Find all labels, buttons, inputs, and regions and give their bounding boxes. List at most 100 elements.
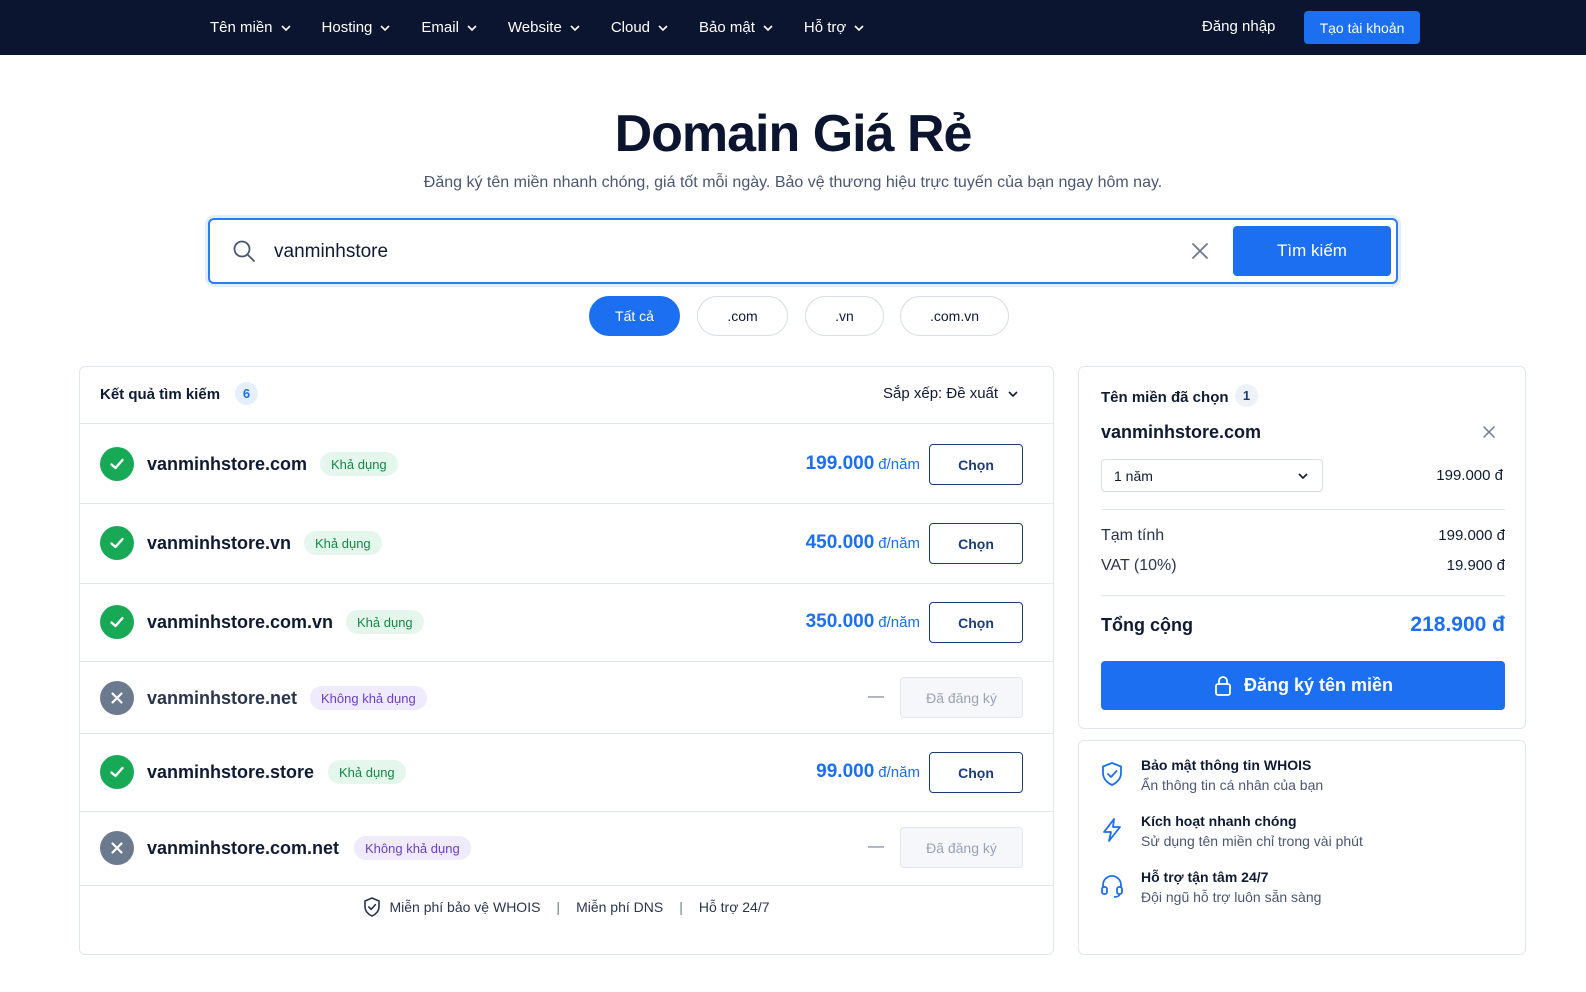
register-domain-button[interactable]: Đăng ký tên miền bbox=[1101, 661, 1505, 710]
results-footer: Miễn phí bảo vệ WHOIS | Miễn phí DNS | H… bbox=[80, 887, 1053, 927]
price-unit: đ/năm bbox=[878, 764, 920, 781]
vat-value: 19.900 đ bbox=[1446, 557, 1505, 574]
price-placeholder: — bbox=[868, 838, 884, 855]
choose-button[interactable]: Chọn bbox=[929, 523, 1023, 564]
chevron-down-icon bbox=[1008, 390, 1018, 397]
domain-name: vanminhstore.net bbox=[147, 688, 298, 708]
period-value: 1 năm bbox=[1114, 467, 1153, 484]
nav-item-security[interactable]: Bảo mật bbox=[699, 19, 773, 36]
lightning-icon bbox=[1103, 818, 1121, 842]
nav-item-email[interactable]: Email bbox=[421, 19, 477, 36]
benefits-panel: Bảo mật thông tin WHOIS Ẩn thông tin cá … bbox=[1078, 740, 1526, 955]
table-row: vanminhstore.store Khả dụng 99.000 đ/năm … bbox=[80, 734, 1053, 812]
lock-icon bbox=[1215, 675, 1231, 696]
nav-item-cloud[interactable]: Cloud bbox=[611, 19, 668, 36]
page-subtitle: Đăng ký tên miền nhanh chóng, giá tốt mỗ… bbox=[423, 174, 1163, 191]
filter-all[interactable]: Tất cả bbox=[589, 296, 680, 336]
nav-item-label: Cloud bbox=[610, 19, 651, 36]
selected-domains-panel: Tên miền đã chọn 1 vanminhstore.com 1 nă… bbox=[1078, 366, 1526, 729]
nav-menu: Tên miền Hosting Email Website Cloud Bảo… bbox=[210, 0, 895, 55]
subtotal-value: 199.000 đ bbox=[1438, 527, 1505, 544]
close-icon[interactable] bbox=[1481, 424, 1497, 440]
page-title: Domain Giá Rẻ bbox=[614, 105, 973, 163]
choose-button[interactable]: Chọn bbox=[929, 752, 1023, 793]
cart-domain-name: vanminhstore.com bbox=[1101, 422, 1262, 442]
footer-support: Hỗ trợ 24/7 bbox=[698, 899, 770, 915]
chevron-down-icon bbox=[467, 24, 477, 31]
status-badge: Không khả dụng bbox=[354, 836, 471, 860]
divider: | bbox=[556, 899, 561, 915]
vat-label: VAT (10%) bbox=[1101, 557, 1177, 574]
table-row: vanminhstore.net Không khả dụng — Đã đăn… bbox=[80, 662, 1053, 734]
nav-item-label: Tên miền bbox=[210, 19, 273, 36]
price-unit: đ/năm bbox=[878, 614, 920, 631]
status-badge: Không khả dụng bbox=[310, 686, 427, 710]
filter-com[interactable]: .com bbox=[697, 296, 788, 336]
available-check-icon bbox=[100, 605, 134, 639]
choose-button[interactable]: Chọn bbox=[929, 444, 1023, 485]
price-unit: đ/năm bbox=[878, 456, 920, 473]
table-row: vanminhstore.com Khả dụng 199.000 đ/năm C… bbox=[80, 424, 1053, 504]
signup-button[interactable]: Tạo tài khoản bbox=[1304, 11, 1420, 44]
nav-item-support[interactable]: Hỗ trợ bbox=[804, 19, 864, 36]
table-row: vanminhstore.com.vn Khả dụng 350.000 đ/nă… bbox=[80, 584, 1053, 662]
sort-dropdown[interactable]: Sắp xếp: Đề xuất bbox=[883, 385, 1018, 402]
status-badge: Khả dụng bbox=[328, 760, 406, 784]
period-select[interactable]: 1 năm bbox=[1101, 459, 1323, 492]
cart-count-badge: 1 bbox=[1235, 384, 1258, 407]
registered-label: Đã đăng ký bbox=[900, 677, 1023, 718]
benefit-subtitle: Ẩn thông tin cá nhân của bạn bbox=[1141, 777, 1324, 793]
available-check-icon bbox=[100, 447, 134, 481]
results-count-badge: 6 bbox=[235, 382, 258, 405]
divider: | bbox=[679, 899, 683, 915]
domain-search-bar: Tìm kiếm bbox=[208, 218, 1398, 284]
divider bbox=[1101, 595, 1505, 596]
benefit-title: Hỗ trợ tận tâm 24/7 bbox=[1141, 869, 1269, 885]
headset-icon bbox=[1101, 875, 1123, 898]
domain-name: vanminhstore.com.vn bbox=[147, 612, 334, 632]
nav-item-website[interactable]: Website bbox=[508, 19, 580, 36]
filter-vn[interactable]: .vn bbox=[805, 296, 884, 336]
domain-search-input[interactable] bbox=[274, 236, 1154, 268]
nav-item-label: Hosting bbox=[321, 19, 373, 36]
nav-item-label: Bảo mật bbox=[699, 19, 755, 36]
domain-name: vanminhstore.com bbox=[147, 454, 308, 474]
status-badge: Khả dụng bbox=[346, 610, 424, 634]
nav-item-label: Hỗ trợ bbox=[803, 19, 847, 36]
price-value: 199.000 bbox=[805, 453, 875, 474]
price-unit: đ/năm bbox=[878, 535, 920, 552]
clear-icon[interactable] bbox=[1190, 241, 1210, 261]
available-check-icon bbox=[100, 526, 134, 560]
unavailable-x-icon bbox=[100, 831, 134, 865]
total-line: Tổng cộng 218.900 đ bbox=[1101, 613, 1505, 637]
search-button[interactable]: Tìm kiếm bbox=[1233, 226, 1391, 276]
chevron-down-icon bbox=[570, 24, 580, 31]
chevron-down-icon bbox=[763, 24, 773, 31]
choose-button[interactable]: Chọn bbox=[929, 602, 1023, 643]
price-value: 99.000 bbox=[816, 761, 875, 782]
table-row: vanminhstore.com.net Không khả dụng — Đã… bbox=[80, 812, 1053, 886]
price-placeholder: — bbox=[868, 688, 884, 705]
benefit-subtitle: Đội ngũ hỗ trợ luôn sẵn sàng bbox=[1141, 889, 1322, 905]
vat-line: VAT (10%) 19.900 đ bbox=[1101, 557, 1505, 575]
subtotal-line: Tạm tính 199.000 đ bbox=[1101, 527, 1505, 545]
domain-name: vanminhstore.vn bbox=[147, 533, 292, 553]
price-value: 350.000 bbox=[805, 611, 875, 632]
sort-label: Sắp xếp: Đề xuất bbox=[883, 385, 999, 402]
benefit-title: Bảo mật thông tin WHOIS bbox=[1141, 757, 1312, 773]
nav-item-domain[interactable]: Tên miền bbox=[210, 19, 291, 36]
chevron-down-icon bbox=[380, 24, 390, 31]
unavailable-x-icon bbox=[100, 681, 134, 715]
domain-price: 199.000 đ/năm bbox=[806, 453, 920, 475]
search-icon bbox=[233, 240, 255, 262]
footer-whois: Miễn phí bảo vệ WHOIS bbox=[389, 899, 541, 915]
nav-item-label: Website bbox=[507, 19, 562, 36]
search-results-panel: Kết quả tìm kiếm 6 Sắp xếp: Đề xuất vanm… bbox=[79, 366, 1054, 955]
nav-item-hosting[interactable]: Hosting bbox=[322, 19, 391, 36]
filter-com-vn[interactable]: .com.vn bbox=[900, 296, 1009, 336]
registered-label: Đã đăng ký bbox=[900, 827, 1023, 868]
top-navigation: Tên miền Hosting Email Website Cloud Bảo… bbox=[0, 0, 1586, 55]
chevron-down-icon bbox=[1298, 473, 1308, 480]
price-value: 450.000 bbox=[805, 532, 875, 553]
login-link[interactable]: Đăng nhập bbox=[1202, 18, 1275, 35]
